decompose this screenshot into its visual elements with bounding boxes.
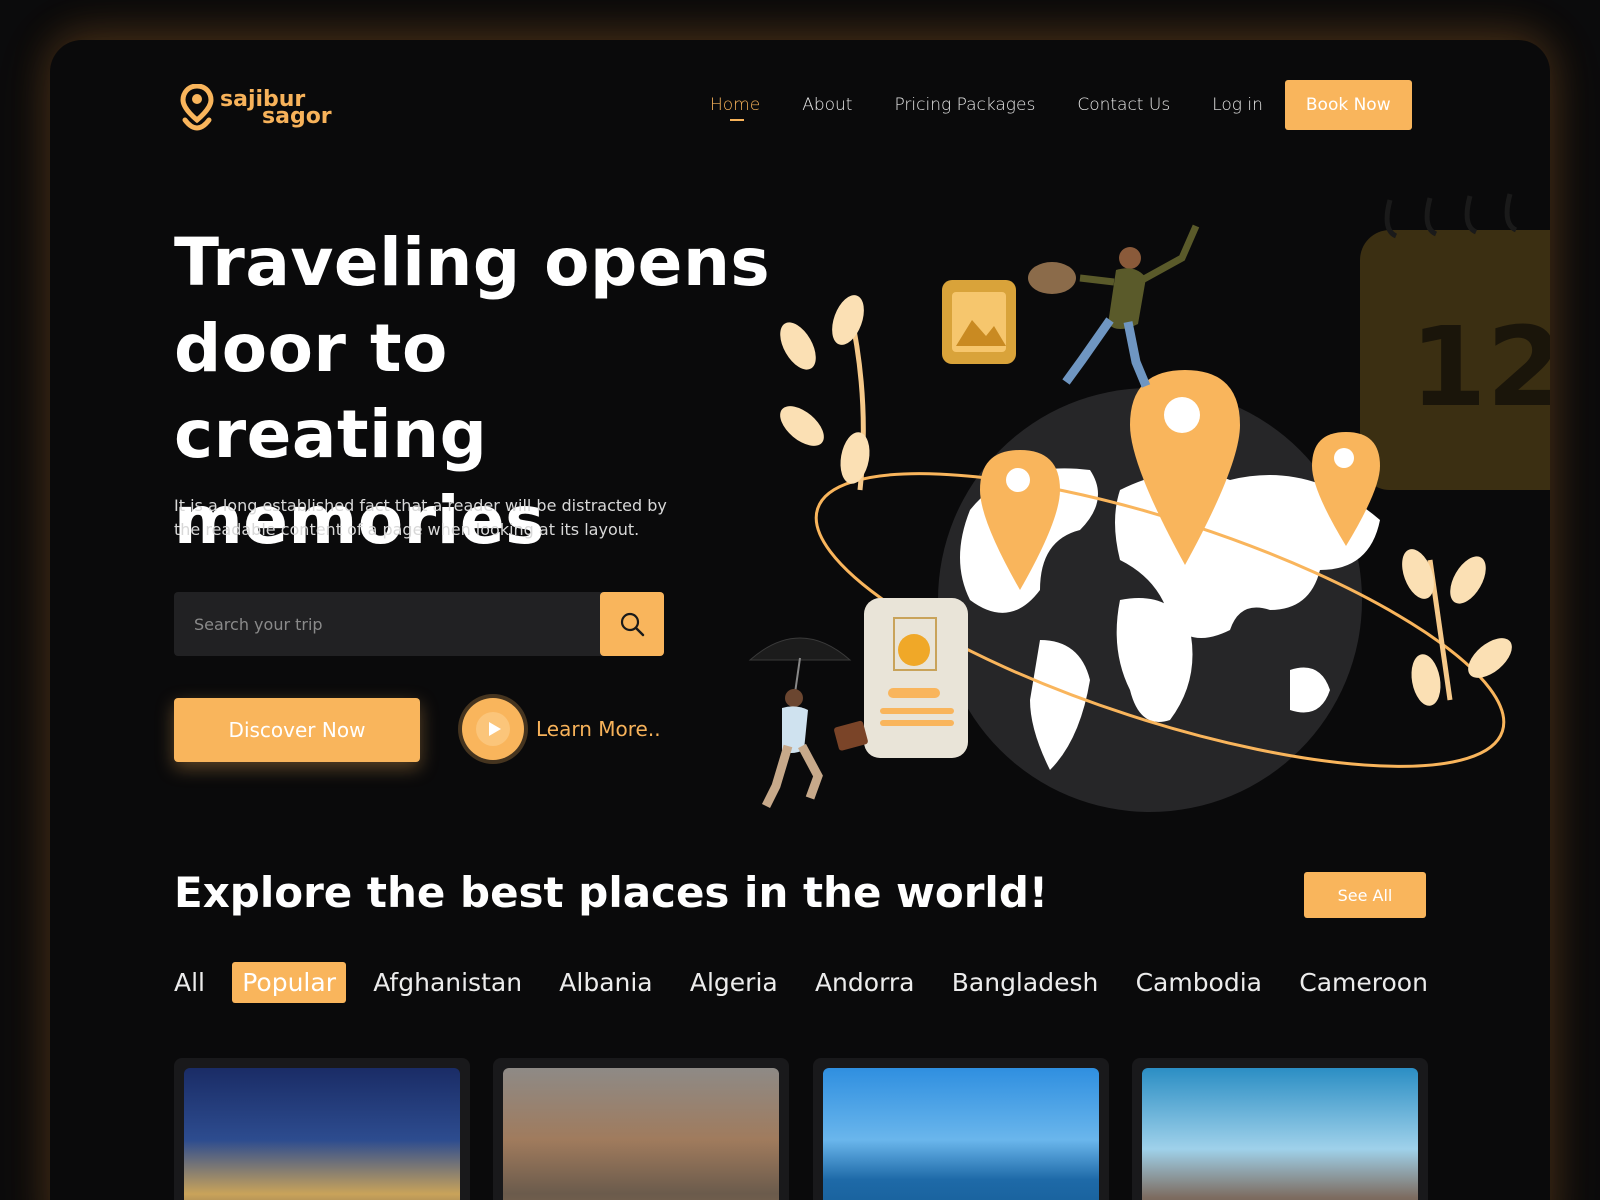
destination-card[interactable]: [174, 1058, 470, 1200]
filter-bangladesh[interactable]: Bangladesh: [942, 962, 1109, 1003]
nav-contact-us[interactable]: Contact Us: [1077, 95, 1170, 115]
filter-afghanistan[interactable]: Afghanistan: [363, 962, 532, 1003]
filter-algeria[interactable]: Algeria: [680, 962, 788, 1003]
filter-all[interactable]: All: [174, 962, 215, 1003]
main-nav: Home About Pricing Packages Contact Us L…: [710, 80, 1412, 130]
learn-more-label: Learn More..: [536, 717, 661, 741]
discover-now-button[interactable]: Discover Now: [174, 698, 420, 762]
photo-icon: [942, 280, 1016, 364]
filter-cambodia[interactable]: Cambodia: [1126, 962, 1272, 1003]
filter-popular[interactable]: Popular: [232, 962, 346, 1003]
explore-title: Explore the best places in the world!: [174, 868, 1049, 917]
traveler-running-figure: [1028, 224, 1200, 388]
sea-sky-photo: [822, 1068, 1099, 1200]
brand-name-line2: sagor: [262, 104, 332, 129]
hero-illustration: 12: [748, 193, 1550, 812]
filter-albania[interactable]: Albania: [549, 962, 662, 1003]
learn-more-link[interactable]: Learn More..: [462, 698, 661, 760]
play-icon: [476, 712, 510, 746]
nav-about[interactable]: About: [802, 95, 852, 115]
filter-andorra[interactable]: Andorra: [805, 962, 925, 1003]
filter-cameroon[interactable]: Cameroon: [1289, 962, 1428, 1003]
category-filters: All Popular Afghanistan Albania Algeria …: [174, 962, 1428, 1003]
destination-card[interactable]: [1131, 1058, 1428, 1200]
nav-home[interactable]: Home: [710, 95, 760, 121]
traveler-umbrella-figure: [748, 637, 868, 809]
bridge-night-photo: [184, 1068, 460, 1200]
leaf-branch-icon: [780, 295, 870, 491]
hero-description: It is a long established fact that a rea…: [174, 496, 667, 539]
hillside-town-photo: [503, 1068, 780, 1200]
passport-icon: [864, 598, 968, 758]
location-pin-icon: [180, 84, 214, 131]
calendar-icon: 12: [1360, 193, 1550, 490]
calendar-number: 12: [1410, 303, 1550, 431]
destination-card[interactable]: [812, 1058, 1109, 1200]
book-now-button[interactable]: Book Now: [1284, 80, 1412, 130]
destination-card[interactable]: [493, 1058, 790, 1200]
play-button[interactable]: [462, 698, 524, 760]
see-all-button[interactable]: See All: [1304, 872, 1426, 918]
suspension-bridge-photo: [1141, 1068, 1418, 1200]
brand-logo[interactable]: sajibur sagor: [180, 84, 332, 132]
search-button[interactable]: [600, 592, 664, 656]
search-icon: [620, 612, 645, 637]
search-input[interactable]: [174, 592, 600, 656]
page-frame: sajibur sagor Home About Pricing Package…: [50, 40, 1550, 1200]
destination-cards: [174, 1058, 1428, 1200]
nav-pricing-packages[interactable]: Pricing Packages: [894, 95, 1035, 115]
trip-search: [174, 592, 664, 656]
nav-log-in[interactable]: Log in: [1212, 95, 1263, 115]
